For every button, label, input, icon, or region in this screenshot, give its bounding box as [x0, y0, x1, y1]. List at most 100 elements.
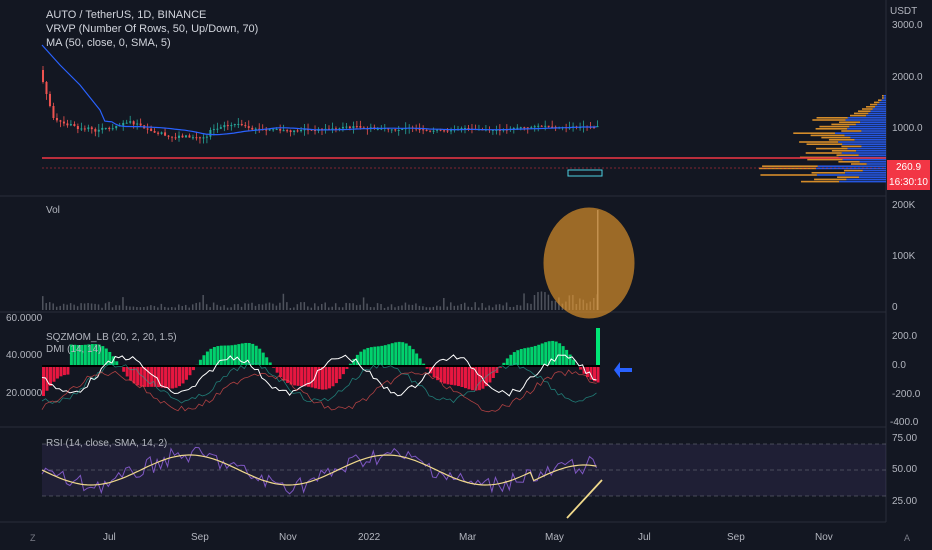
candle-body [443, 130, 446, 132]
candle-body [359, 126, 362, 128]
volume-bar [80, 303, 82, 310]
bar-countdown: 16:30:10 [889, 177, 928, 188]
volume-profile-bar [837, 176, 860, 178]
candle-body [195, 137, 198, 139]
zoom-button[interactable]: Z [30, 533, 36, 543]
volume-profile-bar [845, 172, 886, 174]
volume-bar [341, 307, 344, 310]
volume-bar [390, 304, 393, 310]
dmi-label[interactable]: DMI (14, 14) [46, 344, 102, 355]
volume-profile-bar [821, 136, 851, 139]
volume-bar [160, 303, 163, 310]
candle-body [223, 125, 226, 128]
candle-body [293, 130, 296, 133]
auto-scale-button[interactable]: A [904, 533, 910, 543]
candle-body [544, 125, 547, 127]
volume-profile-bar [881, 99, 886, 101]
time-tick: Nov [815, 532, 833, 543]
volume-bar [355, 305, 358, 310]
sqz-histogram-bar [397, 341, 401, 366]
time-tick: Nov [279, 532, 297, 543]
volume-bar [52, 303, 54, 310]
volume-bar [453, 305, 456, 310]
volume-bar [376, 303, 379, 310]
candle-body [164, 132, 167, 136]
volume-bar [76, 306, 79, 310]
sqz-histogram-bar [376, 346, 380, 366]
candle-body [139, 123, 142, 126]
volume-bar [450, 302, 452, 310]
volume-bar [512, 306, 515, 310]
candle-body [394, 129, 397, 131]
candle-body [66, 123, 69, 126]
volume-profile-bar [858, 110, 871, 112]
volume-profile-bar [860, 121, 886, 123]
sqz-histogram-bar [554, 341, 558, 366]
volume-profile-bar [839, 121, 861, 123]
volume-bar [111, 307, 114, 310]
volume-profile-bar [858, 154, 886, 156]
volume-bar [153, 305, 156, 310]
sqz-histogram-bar [523, 348, 527, 366]
price-tick: 2000.0 [892, 72, 923, 83]
candle-body [533, 126, 536, 128]
sqz-histogram-bar [408, 345, 412, 366]
volume-label[interactable]: Vol [46, 205, 60, 216]
chart-canvas[interactable] [0, 0, 932, 550]
volume-profile-bar [810, 134, 845, 137]
volume-bar [317, 306, 320, 310]
candle-body [52, 106, 55, 118]
sqz-histogram-bar [401, 342, 405, 366]
symbol-title[interactable]: AUTO / TetherUS, 1D, BINANCE [46, 8, 258, 22]
ma-indicator-label[interactable]: MA (50, close, 0, SMA, 5) [46, 36, 258, 50]
candle-body [268, 129, 271, 131]
candle-body [348, 126, 351, 129]
sqz-histogram-bar [129, 366, 133, 381]
candle-body [226, 125, 229, 127]
volume-bar [73, 304, 75, 310]
candle-body [425, 129, 428, 131]
vrvp-indicator-label[interactable]: VRVP (Number Of Rows, 50, Up/Down, 70) [46, 22, 258, 36]
volume-bar [181, 306, 183, 310]
volume-bar [279, 302, 281, 310]
sqz-histogram-bar [62, 366, 66, 376]
sqz-histogram-bar [338, 366, 342, 379]
candle-body [530, 127, 533, 129]
volume-bar [167, 307, 170, 310]
sqz-histogram-bar [55, 366, 59, 379]
volume-profile-bar [882, 97, 884, 99]
candle-body [436, 129, 439, 131]
volume-profile-bar [793, 132, 835, 134]
volume-bar [212, 302, 215, 310]
volume-profile-bar [877, 103, 886, 106]
volume-bar [307, 306, 309, 310]
rsi-label[interactable]: RSI (14, close, SMA, 14, 2) [46, 438, 167, 449]
volume-profile-bar [862, 169, 886, 172]
candle-body [233, 124, 236, 126]
sqz-histogram-bar [310, 366, 314, 388]
sqz-histogram-bar [418, 358, 422, 366]
sqz-histogram-bar [251, 343, 255, 366]
candle-body [460, 128, 463, 130]
candle-body [272, 129, 275, 131]
volume-bar [488, 305, 490, 310]
volume-profile-bar [838, 141, 886, 143]
sqzmom-label[interactable]: SQZMOM_LB (20, 2, 20, 1.5) [46, 332, 177, 343]
candle-body [181, 135, 184, 138]
volume-profile-bar [762, 165, 818, 167]
sqz-histogram-bar [42, 366, 45, 396]
candle-body [129, 121, 132, 123]
volume-profile-bar [800, 180, 840, 183]
candle-body [55, 118, 58, 121]
sqz-histogram-bar [446, 366, 450, 385]
volume-bar [237, 304, 239, 310]
sqz-histogram-bar [261, 352, 265, 366]
candle-body [146, 128, 149, 130]
sqz-histogram-bar [226, 345, 230, 366]
volume-bar [115, 305, 117, 310]
volume-bar [122, 297, 124, 310]
volume-bar [551, 300, 553, 310]
volume-bar [380, 303, 382, 310]
candle-body [244, 125, 247, 127]
sqz-histogram-bar [380, 345, 384, 366]
